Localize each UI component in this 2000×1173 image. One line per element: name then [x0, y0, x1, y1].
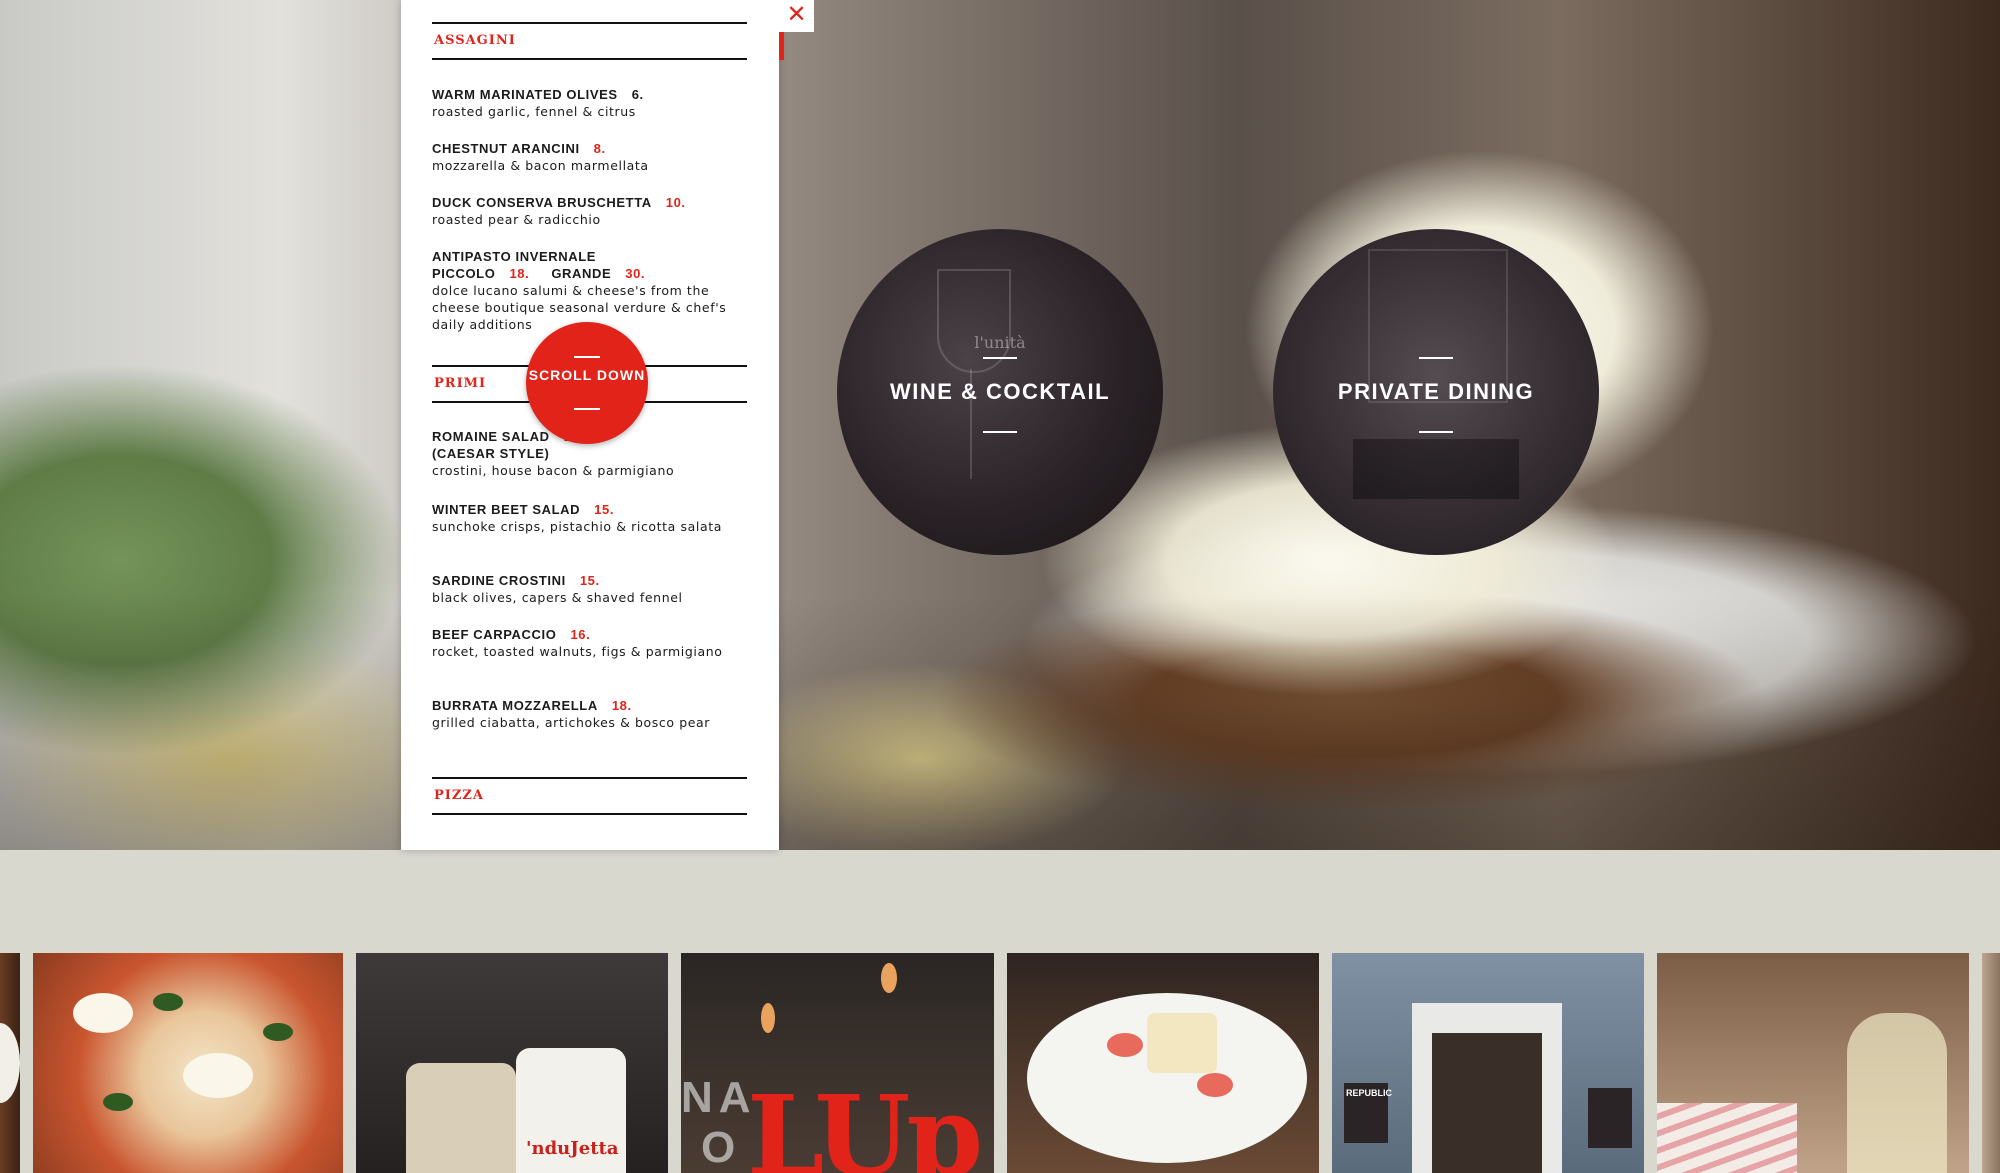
item-name: WARM MARINATED OLIVES — [432, 87, 618, 102]
scroll-down-button[interactable]: SCROLL DOWN — [526, 322, 648, 444]
photo-thumbnail-strip: 'nduJetta NA O LUp REPUBLIC — [0, 953, 2000, 1173]
item-price: 16. — [570, 627, 591, 642]
circle-bar-top — [1419, 357, 1453, 359]
item-price: 18. — [611, 698, 632, 713]
basil-shape — [153, 993, 183, 1011]
close-menu-button[interactable]: ✕ — [779, 0, 814, 32]
item-price: 15. — [579, 573, 600, 588]
item-desc: mozzarella & bacon marmellata — [432, 158, 649, 173]
item-name: SARDINE CROSTINI — [432, 573, 566, 588]
item-size: PICCOLO — [432, 266, 496, 281]
cheese-shape — [183, 1053, 253, 1098]
item-name: BEEF CARPACCIO — [432, 627, 557, 642]
menu-item: ANTIPASTO INVERNALE PICCOLO 18. GRANDE 30. … — [432, 248, 745, 333]
wine-glass-shape — [1847, 1013, 1947, 1173]
thumbnail-dessert[interactable] — [1007, 953, 1319, 1173]
item-name: CHESTNUT ARANCINI — [432, 141, 580, 156]
menu-item: BURRATA MOZZARELLA 18. grilled ciabatta, … — [432, 697, 745, 731]
item-name: ROMAINE SALAD — [432, 429, 550, 444]
menu-item: SARDINE CROSTINI 15. black olives, capers… — [432, 572, 745, 606]
nduja-label: 'nduJetta — [526, 1138, 619, 1159]
light-blob — [881, 963, 897, 993]
table-shape — [1353, 439, 1519, 499]
cheese-shape — [73, 993, 133, 1033]
thumbnail-partial-left[interactable] — [0, 953, 20, 1173]
scroll-down-label: SCROLL DOWN — [528, 367, 646, 383]
section-header-pizza: PIZZA — [432, 777, 747, 815]
circle-bar-bottom — [1419, 431, 1453, 433]
item-desc: roasted garlic, fennel & citrus — [432, 104, 636, 119]
private-dining-link[interactable]: PRIVATE DINING — [1273, 229, 1599, 555]
basil-shape — [103, 1093, 133, 1111]
poster-shape — [1588, 1088, 1632, 1148]
thumbnail-sign[interactable]: NA O LUp — [681, 953, 994, 1173]
poster-text: REPUBLIC — [1346, 1088, 1393, 1098]
item-desc: black olives, capers & shaved fennel — [432, 590, 683, 605]
thumbnail-wine-table[interactable] — [1657, 953, 1969, 1173]
basil-shape — [263, 1023, 293, 1041]
door-shape — [1432, 1033, 1542, 1173]
circle-bar-top — [983, 357, 1017, 359]
light-blob — [761, 1003, 775, 1033]
item-price: 18. — [509, 266, 530, 281]
menu-item: DUCK CONSERVA BRUSCHETTA 10. roasted pear… — [432, 194, 745, 228]
item-name-line2: (CAESAR STYLE) — [432, 446, 550, 461]
item-desc: roasted pear & radicchio — [432, 212, 601, 227]
item-name: BURRATA MOZZARELLA — [432, 698, 598, 713]
package-shape — [406, 1063, 516, 1173]
plate-shape — [0, 1023, 20, 1103]
scroll-bar-bottom — [574, 408, 600, 410]
item-price: 15. — [594, 502, 615, 517]
item-desc: grilled ciabatta, artichokes & bosco pea… — [432, 715, 711, 730]
scroll-bar-top — [574, 356, 600, 358]
menu-item: CHESTNUT ARANCINI 8. mozzarella & bacon m… — [432, 140, 745, 174]
item-price: 30. — [625, 266, 646, 281]
item-name: WINTER BEET SALAD — [432, 502, 581, 517]
thumbnail-partial-right[interactable] — [1982, 953, 2000, 1173]
private-dining-label: PRIVATE DINING — [1337, 379, 1535, 404]
item-price: 6. — [631, 87, 644, 102]
item-desc: sunchoke crisps, pistachio & ricotta sal… — [432, 519, 722, 534]
brand-etch: l'unità — [974, 333, 1026, 352]
section-header-assagini: ASSAGINI — [432, 22, 747, 60]
thumbnail-entrance[interactable]: REPUBLIC — [1332, 953, 1644, 1173]
item-desc: rocket, toasted walnuts, figs & parmigia… — [432, 644, 723, 659]
menu-item: BEEF CARPACCIO 16. rocket, toasted walnut… — [432, 626, 745, 660]
wine-cocktail-link[interactable]: l'unità WINE & COCKTAIL — [837, 229, 1163, 555]
item-desc: crostini, house bacon & parmigiano — [432, 463, 675, 478]
item-price: 8. — [593, 141, 606, 156]
thumbnail-pizza[interactable] — [33, 953, 343, 1173]
sign-text-left: NA — [681, 1073, 757, 1122]
thumbnail-nduja[interactable]: 'nduJetta — [356, 953, 668, 1173]
item-size: GRANDE — [551, 266, 612, 281]
grapefruit-shape — [1197, 1073, 1233, 1097]
circle-bar-bottom — [983, 431, 1017, 433]
napkin-shape — [1657, 1103, 1797, 1173]
item-name: DUCK CONSERVA BRUSCHETTA — [432, 195, 652, 210]
close-accent-bar — [779, 32, 784, 60]
item-name: ANTIPASTO INVERNALE — [432, 249, 597, 264]
wine-cocktail-label: WINE & COCKTAIL — [889, 379, 1111, 404]
menu-item: WARM MARINATED OLIVES 6. roasted garlic, … — [432, 86, 745, 120]
panna-cotta-shape — [1147, 1013, 1217, 1073]
sign-text-big: LUp — [747, 1071, 983, 1173]
grapefruit-shape — [1107, 1033, 1143, 1057]
item-price: 10. — [665, 195, 686, 210]
menu-item: WINTER BEET SALAD 15. sunchoke crisps, pi… — [432, 501, 745, 535]
sign-text-left2: O — [701, 1123, 736, 1172]
